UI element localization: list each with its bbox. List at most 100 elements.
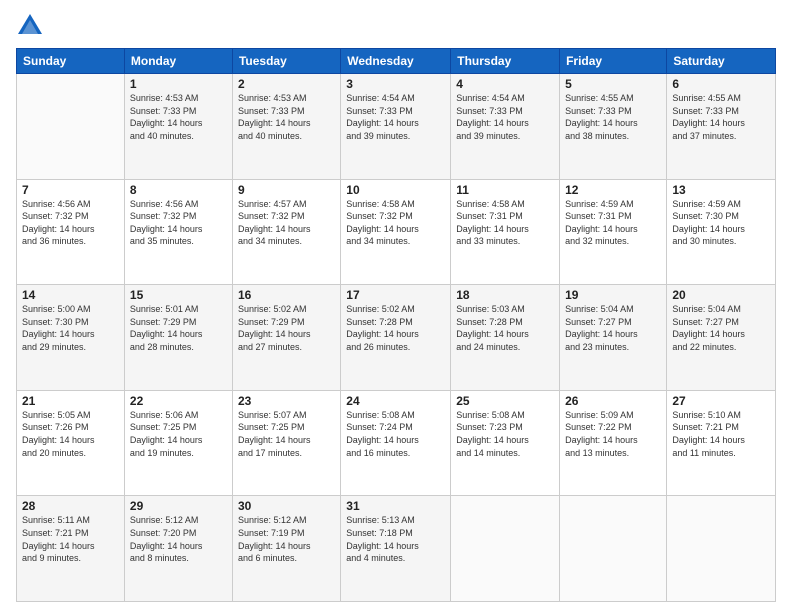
calendar-cell: 4Sunrise: 4:54 AM Sunset: 7:33 PM Daylig… [451, 74, 560, 180]
calendar-cell: 29Sunrise: 5:12 AM Sunset: 7:20 PM Dayli… [124, 496, 232, 602]
day-info: Sunrise: 5:05 AM Sunset: 7:26 PM Dayligh… [22, 409, 119, 459]
calendar-cell [667, 496, 776, 602]
calendar-cell: 6Sunrise: 4:55 AM Sunset: 7:33 PM Daylig… [667, 74, 776, 180]
day-number: 2 [238, 77, 335, 91]
day-number: 1 [130, 77, 227, 91]
day-number: 29 [130, 499, 227, 513]
day-info: Sunrise: 5:08 AM Sunset: 7:23 PM Dayligh… [456, 409, 554, 459]
day-number: 11 [456, 183, 554, 197]
calendar-cell [17, 74, 125, 180]
day-info: Sunrise: 5:06 AM Sunset: 7:25 PM Dayligh… [130, 409, 227, 459]
day-info: Sunrise: 5:09 AM Sunset: 7:22 PM Dayligh… [565, 409, 661, 459]
day-number: 9 [238, 183, 335, 197]
week-row-2: 7Sunrise: 4:56 AM Sunset: 7:32 PM Daylig… [17, 179, 776, 285]
calendar-cell: 5Sunrise: 4:55 AM Sunset: 7:33 PM Daylig… [560, 74, 667, 180]
calendar-cell [451, 496, 560, 602]
calendar-cell: 26Sunrise: 5:09 AM Sunset: 7:22 PM Dayli… [560, 390, 667, 496]
day-number: 21 [22, 394, 119, 408]
calendar-cell: 7Sunrise: 4:56 AM Sunset: 7:32 PM Daylig… [17, 179, 125, 285]
day-info: Sunrise: 5:02 AM Sunset: 7:28 PM Dayligh… [346, 303, 445, 353]
day-number: 19 [565, 288, 661, 302]
calendar-cell: 9Sunrise: 4:57 AM Sunset: 7:32 PM Daylig… [232, 179, 340, 285]
day-info: Sunrise: 5:00 AM Sunset: 7:30 PM Dayligh… [22, 303, 119, 353]
calendar-cell: 12Sunrise: 4:59 AM Sunset: 7:31 PM Dayli… [560, 179, 667, 285]
header-row: SundayMondayTuesdayWednesdayThursdayFrid… [17, 49, 776, 74]
calendar-body: 1Sunrise: 4:53 AM Sunset: 7:33 PM Daylig… [17, 74, 776, 602]
calendar-cell: 8Sunrise: 4:56 AM Sunset: 7:32 PM Daylig… [124, 179, 232, 285]
day-info: Sunrise: 5:13 AM Sunset: 7:18 PM Dayligh… [346, 514, 445, 564]
week-row-3: 14Sunrise: 5:00 AM Sunset: 7:30 PM Dayli… [17, 285, 776, 391]
day-info: Sunrise: 4:56 AM Sunset: 7:32 PM Dayligh… [22, 198, 119, 248]
day-number: 25 [456, 394, 554, 408]
day-info: Sunrise: 5:12 AM Sunset: 7:19 PM Dayligh… [238, 514, 335, 564]
calendar-table: SundayMondayTuesdayWednesdayThursdayFrid… [16, 48, 776, 602]
day-info: Sunrise: 4:54 AM Sunset: 7:33 PM Dayligh… [456, 92, 554, 142]
week-row-5: 28Sunrise: 5:11 AM Sunset: 7:21 PM Dayli… [17, 496, 776, 602]
day-number: 15 [130, 288, 227, 302]
day-info: Sunrise: 4:53 AM Sunset: 7:33 PM Dayligh… [130, 92, 227, 142]
calendar-cell: 24Sunrise: 5:08 AM Sunset: 7:24 PM Dayli… [341, 390, 451, 496]
day-info: Sunrise: 5:02 AM Sunset: 7:29 PM Dayligh… [238, 303, 335, 353]
header-day-monday: Monday [124, 49, 232, 74]
header-day-tuesday: Tuesday [232, 49, 340, 74]
calendar-cell: 19Sunrise: 5:04 AM Sunset: 7:27 PM Dayli… [560, 285, 667, 391]
logo [16, 12, 48, 40]
day-number: 22 [130, 394, 227, 408]
day-info: Sunrise: 5:01 AM Sunset: 7:29 PM Dayligh… [130, 303, 227, 353]
day-number: 5 [565, 77, 661, 91]
day-number: 7 [22, 183, 119, 197]
header-day-saturday: Saturday [667, 49, 776, 74]
day-number: 10 [346, 183, 445, 197]
calendar-cell: 18Sunrise: 5:03 AM Sunset: 7:28 PM Dayli… [451, 285, 560, 391]
day-number: 6 [672, 77, 770, 91]
calendar-cell: 20Sunrise: 5:04 AM Sunset: 7:27 PM Dayli… [667, 285, 776, 391]
calendar-cell: 15Sunrise: 5:01 AM Sunset: 7:29 PM Dayli… [124, 285, 232, 391]
day-info: Sunrise: 4:54 AM Sunset: 7:33 PM Dayligh… [346, 92, 445, 142]
header-day-thursday: Thursday [451, 49, 560, 74]
week-row-4: 21Sunrise: 5:05 AM Sunset: 7:26 PM Dayli… [17, 390, 776, 496]
calendar-cell: 25Sunrise: 5:08 AM Sunset: 7:23 PM Dayli… [451, 390, 560, 496]
calendar-cell: 23Sunrise: 5:07 AM Sunset: 7:25 PM Dayli… [232, 390, 340, 496]
day-info: Sunrise: 4:56 AM Sunset: 7:32 PM Dayligh… [130, 198, 227, 248]
calendar-cell [560, 496, 667, 602]
day-number: 26 [565, 394, 661, 408]
calendar-cell: 30Sunrise: 5:12 AM Sunset: 7:19 PM Dayli… [232, 496, 340, 602]
day-info: Sunrise: 4:59 AM Sunset: 7:31 PM Dayligh… [565, 198, 661, 248]
day-info: Sunrise: 5:08 AM Sunset: 7:24 PM Dayligh… [346, 409, 445, 459]
calendar-cell: 16Sunrise: 5:02 AM Sunset: 7:29 PM Dayli… [232, 285, 340, 391]
day-number: 16 [238, 288, 335, 302]
day-info: Sunrise: 4:58 AM Sunset: 7:31 PM Dayligh… [456, 198, 554, 248]
day-number: 23 [238, 394, 335, 408]
day-number: 31 [346, 499, 445, 513]
day-info: Sunrise: 4:55 AM Sunset: 7:33 PM Dayligh… [565, 92, 661, 142]
calendar-cell: 10Sunrise: 4:58 AM Sunset: 7:32 PM Dayli… [341, 179, 451, 285]
calendar-header: SundayMondayTuesdayWednesdayThursdayFrid… [17, 49, 776, 74]
day-number: 24 [346, 394, 445, 408]
day-info: Sunrise: 4:59 AM Sunset: 7:30 PM Dayligh… [672, 198, 770, 248]
day-info: Sunrise: 5:10 AM Sunset: 7:21 PM Dayligh… [672, 409, 770, 459]
day-info: Sunrise: 4:57 AM Sunset: 7:32 PM Dayligh… [238, 198, 335, 248]
day-number: 4 [456, 77, 554, 91]
calendar-cell: 14Sunrise: 5:00 AM Sunset: 7:30 PM Dayli… [17, 285, 125, 391]
header [16, 12, 776, 40]
header-day-friday: Friday [560, 49, 667, 74]
header-day-sunday: Sunday [17, 49, 125, 74]
calendar-cell: 28Sunrise: 5:11 AM Sunset: 7:21 PM Dayli… [17, 496, 125, 602]
day-info: Sunrise: 4:53 AM Sunset: 7:33 PM Dayligh… [238, 92, 335, 142]
day-info: Sunrise: 5:12 AM Sunset: 7:20 PM Dayligh… [130, 514, 227, 564]
day-info: Sunrise: 5:04 AM Sunset: 7:27 PM Dayligh… [565, 303, 661, 353]
day-number: 28 [22, 499, 119, 513]
calendar-cell: 22Sunrise: 5:06 AM Sunset: 7:25 PM Dayli… [124, 390, 232, 496]
header-day-wednesday: Wednesday [341, 49, 451, 74]
calendar-cell: 13Sunrise: 4:59 AM Sunset: 7:30 PM Dayli… [667, 179, 776, 285]
day-number: 14 [22, 288, 119, 302]
day-number: 30 [238, 499, 335, 513]
calendar-cell: 27Sunrise: 5:10 AM Sunset: 7:21 PM Dayli… [667, 390, 776, 496]
day-number: 20 [672, 288, 770, 302]
day-number: 12 [565, 183, 661, 197]
day-info: Sunrise: 5:03 AM Sunset: 7:28 PM Dayligh… [456, 303, 554, 353]
calendar-cell: 2Sunrise: 4:53 AM Sunset: 7:33 PM Daylig… [232, 74, 340, 180]
day-info: Sunrise: 4:55 AM Sunset: 7:33 PM Dayligh… [672, 92, 770, 142]
day-number: 17 [346, 288, 445, 302]
day-info: Sunrise: 5:07 AM Sunset: 7:25 PM Dayligh… [238, 409, 335, 459]
